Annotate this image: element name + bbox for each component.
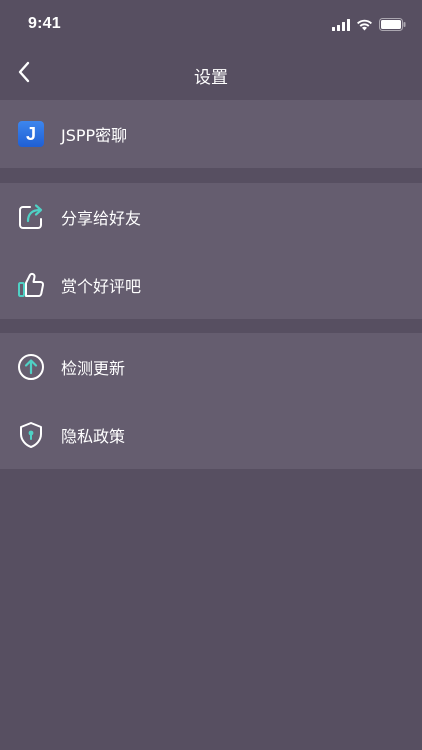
status-icons [332,16,406,35]
share-icon [16,202,46,232]
thumbs-up-icon [16,270,46,300]
app-info-section: J JSPP密聊 [0,100,422,168]
share-row[interactable]: 分享给好友 [0,183,422,251]
social-section: 分享给好友 赏个好评吧 [0,183,422,319]
rate-label: 赏个好评吧 [61,277,142,296]
nav-bar: 设置 [0,48,422,100]
rate-row[interactable]: 赏个好评吧 [0,251,422,319]
app-badge: J [18,121,44,147]
signal-icon [332,16,350,35]
app-info-row[interactable]: J JSPP密聊 [0,100,422,168]
app-icon: J [16,119,46,149]
misc-section: 检测更新 隐私政策 [0,333,422,469]
privacy-policy-row[interactable]: 隐私政策 [0,401,422,469]
privacy-policy-label: 隐私政策 [61,427,126,446]
share-label: 分享给好友 [61,209,142,228]
update-arrow-icon [16,352,46,382]
status-bar: 9:41 [0,0,422,48]
page-title: 设置 [194,68,228,88]
status-time: 9:41 [28,15,61,32]
check-update-row[interactable]: 检测更新 [0,333,422,401]
app-name: JSPP密聊 [61,126,128,145]
check-update-label: 检测更新 [61,359,126,378]
wifi-icon [356,16,373,35]
battery-icon [379,16,406,35]
privacy-shield-icon [16,420,46,450]
